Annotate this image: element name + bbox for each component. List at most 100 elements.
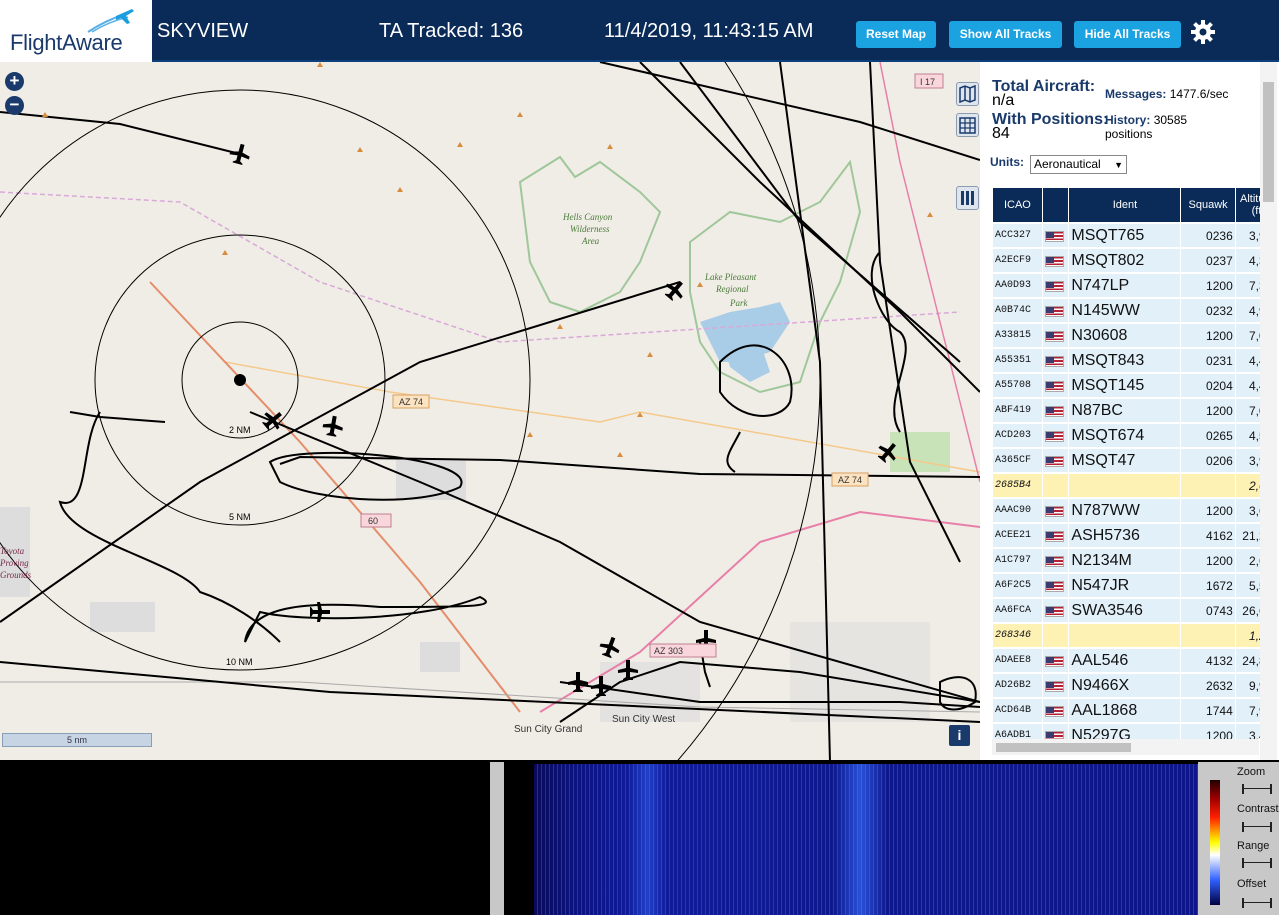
scroll-thumb[interactable] — [1263, 82, 1274, 202]
ident-cell — [1069, 624, 1181, 647]
table-row[interactable]: A33815 N3060812007,000 — [993, 324, 1260, 347]
table-row[interactable]: 2685B4 2,650 — [993, 474, 1260, 497]
map-layers-button[interactable] — [956, 82, 979, 106]
ident-cell: ASH5736 — [1069, 524, 1181, 547]
icao-cell: AAAC90 — [993, 499, 1042, 522]
contrast-slider[interactable] — [1242, 822, 1272, 832]
squawk-cell: 0204 — [1181, 374, 1235, 397]
table-row[interactable]: ACD64B AAL186817447,925 — [993, 699, 1260, 722]
table-row[interactable]: AAAC90 N787WW12003,625 — [993, 499, 1260, 522]
us-flag-icon — [1044, 255, 1064, 267]
messages-stat: Messages: 1477.6/sec — [1105, 87, 1255, 101]
us-flag-icon — [1044, 530, 1064, 542]
aircraft-table-wrapper: ICAO IdentSquawkAltitude (ft) ACC327 MSQT7… — [992, 186, 1260, 739]
us-flag-icon — [1044, 280, 1064, 292]
range-slider[interactable] — [1242, 858, 1272, 868]
flag-cell — [1042, 249, 1069, 272]
svg-text:AZ 74: AZ 74 — [399, 397, 423, 407]
show-all-tracks-button[interactable]: Show All Tracks — [949, 21, 1062, 48]
svg-text:AZ 303: AZ 303 — [654, 646, 683, 656]
flag-cell — [1042, 374, 1069, 397]
icao-cell: A6ADB1 — [993, 724, 1042, 739]
svg-text:Regional: Regional — [715, 284, 749, 294]
map-view[interactable]: 2 NM 5 NM 10 NM Hells Canyon Wilderness … — [0, 62, 980, 760]
reset-map-button[interactable]: Reset Map — [856, 21, 936, 48]
squawk-cell: 1200 — [1181, 324, 1235, 347]
altitude-cell: 24,875 — [1235, 649, 1260, 672]
column-header[interactable] — [1042, 188, 1069, 222]
icao-cell: ACD64B — [993, 699, 1042, 722]
ident-cell: N547JR — [1069, 574, 1181, 597]
columns-toggle-button[interactable] — [956, 186, 979, 210]
ident-cell: N87BC — [1069, 399, 1181, 422]
column-header[interactable]: Altitude (ft) — [1235, 188, 1260, 222]
us-flag-icon — [1044, 380, 1064, 392]
flag-cell — [1042, 599, 1069, 622]
zoom-in-button[interactable]: + — [5, 72, 24, 91]
map-icon — [959, 84, 976, 104]
flag-cell — [1042, 574, 1069, 597]
table-row[interactable]: ADAEE8 AAL546413224,875 — [993, 649, 1260, 672]
map-canvas[interactable]: 2 NM 5 NM 10 NM Hells Canyon Wilderness … — [0, 62, 980, 760]
table-row[interactable]: A6ADB1 N5297G12003,400 — [993, 724, 1260, 739]
panel-vertical-scrollbar[interactable] — [1260, 62, 1277, 760]
grid-icon — [959, 117, 976, 134]
svg-text:Proving: Proving — [0, 558, 29, 568]
us-flag-icon — [1044, 655, 1064, 667]
units-select[interactable]: Aeronautical — [1030, 155, 1127, 174]
table-row[interactable]: A6F2C5 N547JR16725,500 — [993, 574, 1260, 597]
squawk-cell: 4162 — [1181, 524, 1235, 547]
table-row[interactable]: A1C797 N2134M12002,650 — [993, 549, 1260, 572]
flag-cell — [1042, 349, 1069, 372]
waterfall-display[interactable] — [534, 764, 1198, 915]
table-row[interactable]: AA0D93 N747LP12007,300 — [993, 274, 1260, 297]
zoom-out-button[interactable]: − — [5, 96, 24, 115]
table-row[interactable]: A0B74C N145WW02324,900 — [993, 299, 1260, 322]
table-row[interactable]: ACD203 MSQT67402654,500 — [993, 424, 1260, 447]
table-row[interactable]: A55351 MSQT84302314,400 — [993, 349, 1260, 372]
icao-cell: ADAEE8 — [993, 649, 1042, 672]
squawk-cell: 0743 — [1181, 599, 1235, 622]
offset-slider[interactable] — [1242, 898, 1272, 908]
altitude-cell: 7,000 — [1235, 324, 1260, 347]
spectrum-controls: Zoom Contrast Range Offset — [1198, 762, 1279, 915]
flag-cell — [1042, 674, 1069, 697]
svg-text:Area: Area — [581, 236, 600, 246]
hide-all-tracks-button[interactable]: Hide All Tracks — [1074, 21, 1181, 48]
table-row[interactable]: ABF419 N87BC12007,025 — [993, 399, 1260, 422]
svg-text:Lake Pleasant: Lake Pleasant — [704, 272, 757, 282]
info-button[interactable]: i — [949, 725, 970, 746]
messages-label: Messages: — [1105, 87, 1167, 101]
table-row[interactable]: ACEE21 ASH5736416221,200 — [993, 524, 1260, 547]
flightaware-logo[interactable]: FlightAware — [0, 0, 152, 62]
altitude-cell: 7,925 — [1235, 699, 1260, 722]
squawk-cell: 1200 — [1181, 549, 1235, 572]
zoom-slider[interactable] — [1242, 784, 1272, 794]
grid-toggle-button[interactable] — [956, 113, 979, 137]
pane-splitter[interactable] — [490, 762, 504, 915]
panel-horizontal-scrollbar[interactable] — [992, 739, 1259, 755]
gear-icon[interactable] — [1191, 20, 1215, 44]
icao-cell: A0B74C — [993, 299, 1042, 322]
ident-cell: N787WW — [1069, 499, 1181, 522]
column-header[interactable]: Squawk — [1181, 188, 1235, 222]
table-row[interactable]: 268346 1,200 — [993, 624, 1260, 647]
table-row[interactable]: AD26B2 N9466X26329,900 — [993, 674, 1260, 697]
table-row[interactable]: A55708 MSQT14502044,400 — [993, 374, 1260, 397]
history-stat: History: 30585 positions — [1105, 113, 1215, 141]
us-flag-icon — [1044, 330, 1064, 342]
table-row[interactable]: ACC327 MSQT76502363,900 — [993, 224, 1260, 247]
flag-cell — [1042, 424, 1069, 447]
column-header[interactable]: Ident — [1069, 188, 1181, 222]
table-row[interactable]: A365CF MSQT4702063,900 — [993, 449, 1260, 472]
waterfall-pane[interactable] — [504, 762, 1198, 915]
scroll-thumb-horizontal[interactable] — [996, 743, 1131, 752]
altitude-cell: 4,400 — [1235, 349, 1260, 372]
total-aircraft-value: n/a — [992, 92, 1015, 109]
altitude-cell: 9,900 — [1235, 674, 1260, 697]
table-row[interactable]: A2ECF9 MSQT80202374,300 — [993, 249, 1260, 272]
table-row[interactable]: AA6FCA SWA3546074326,675 — [993, 599, 1260, 622]
ident-cell: N2134M — [1069, 549, 1181, 572]
column-header[interactable]: ICAO — [993, 188, 1042, 222]
svg-text:Grounds: Grounds — [0, 570, 32, 580]
